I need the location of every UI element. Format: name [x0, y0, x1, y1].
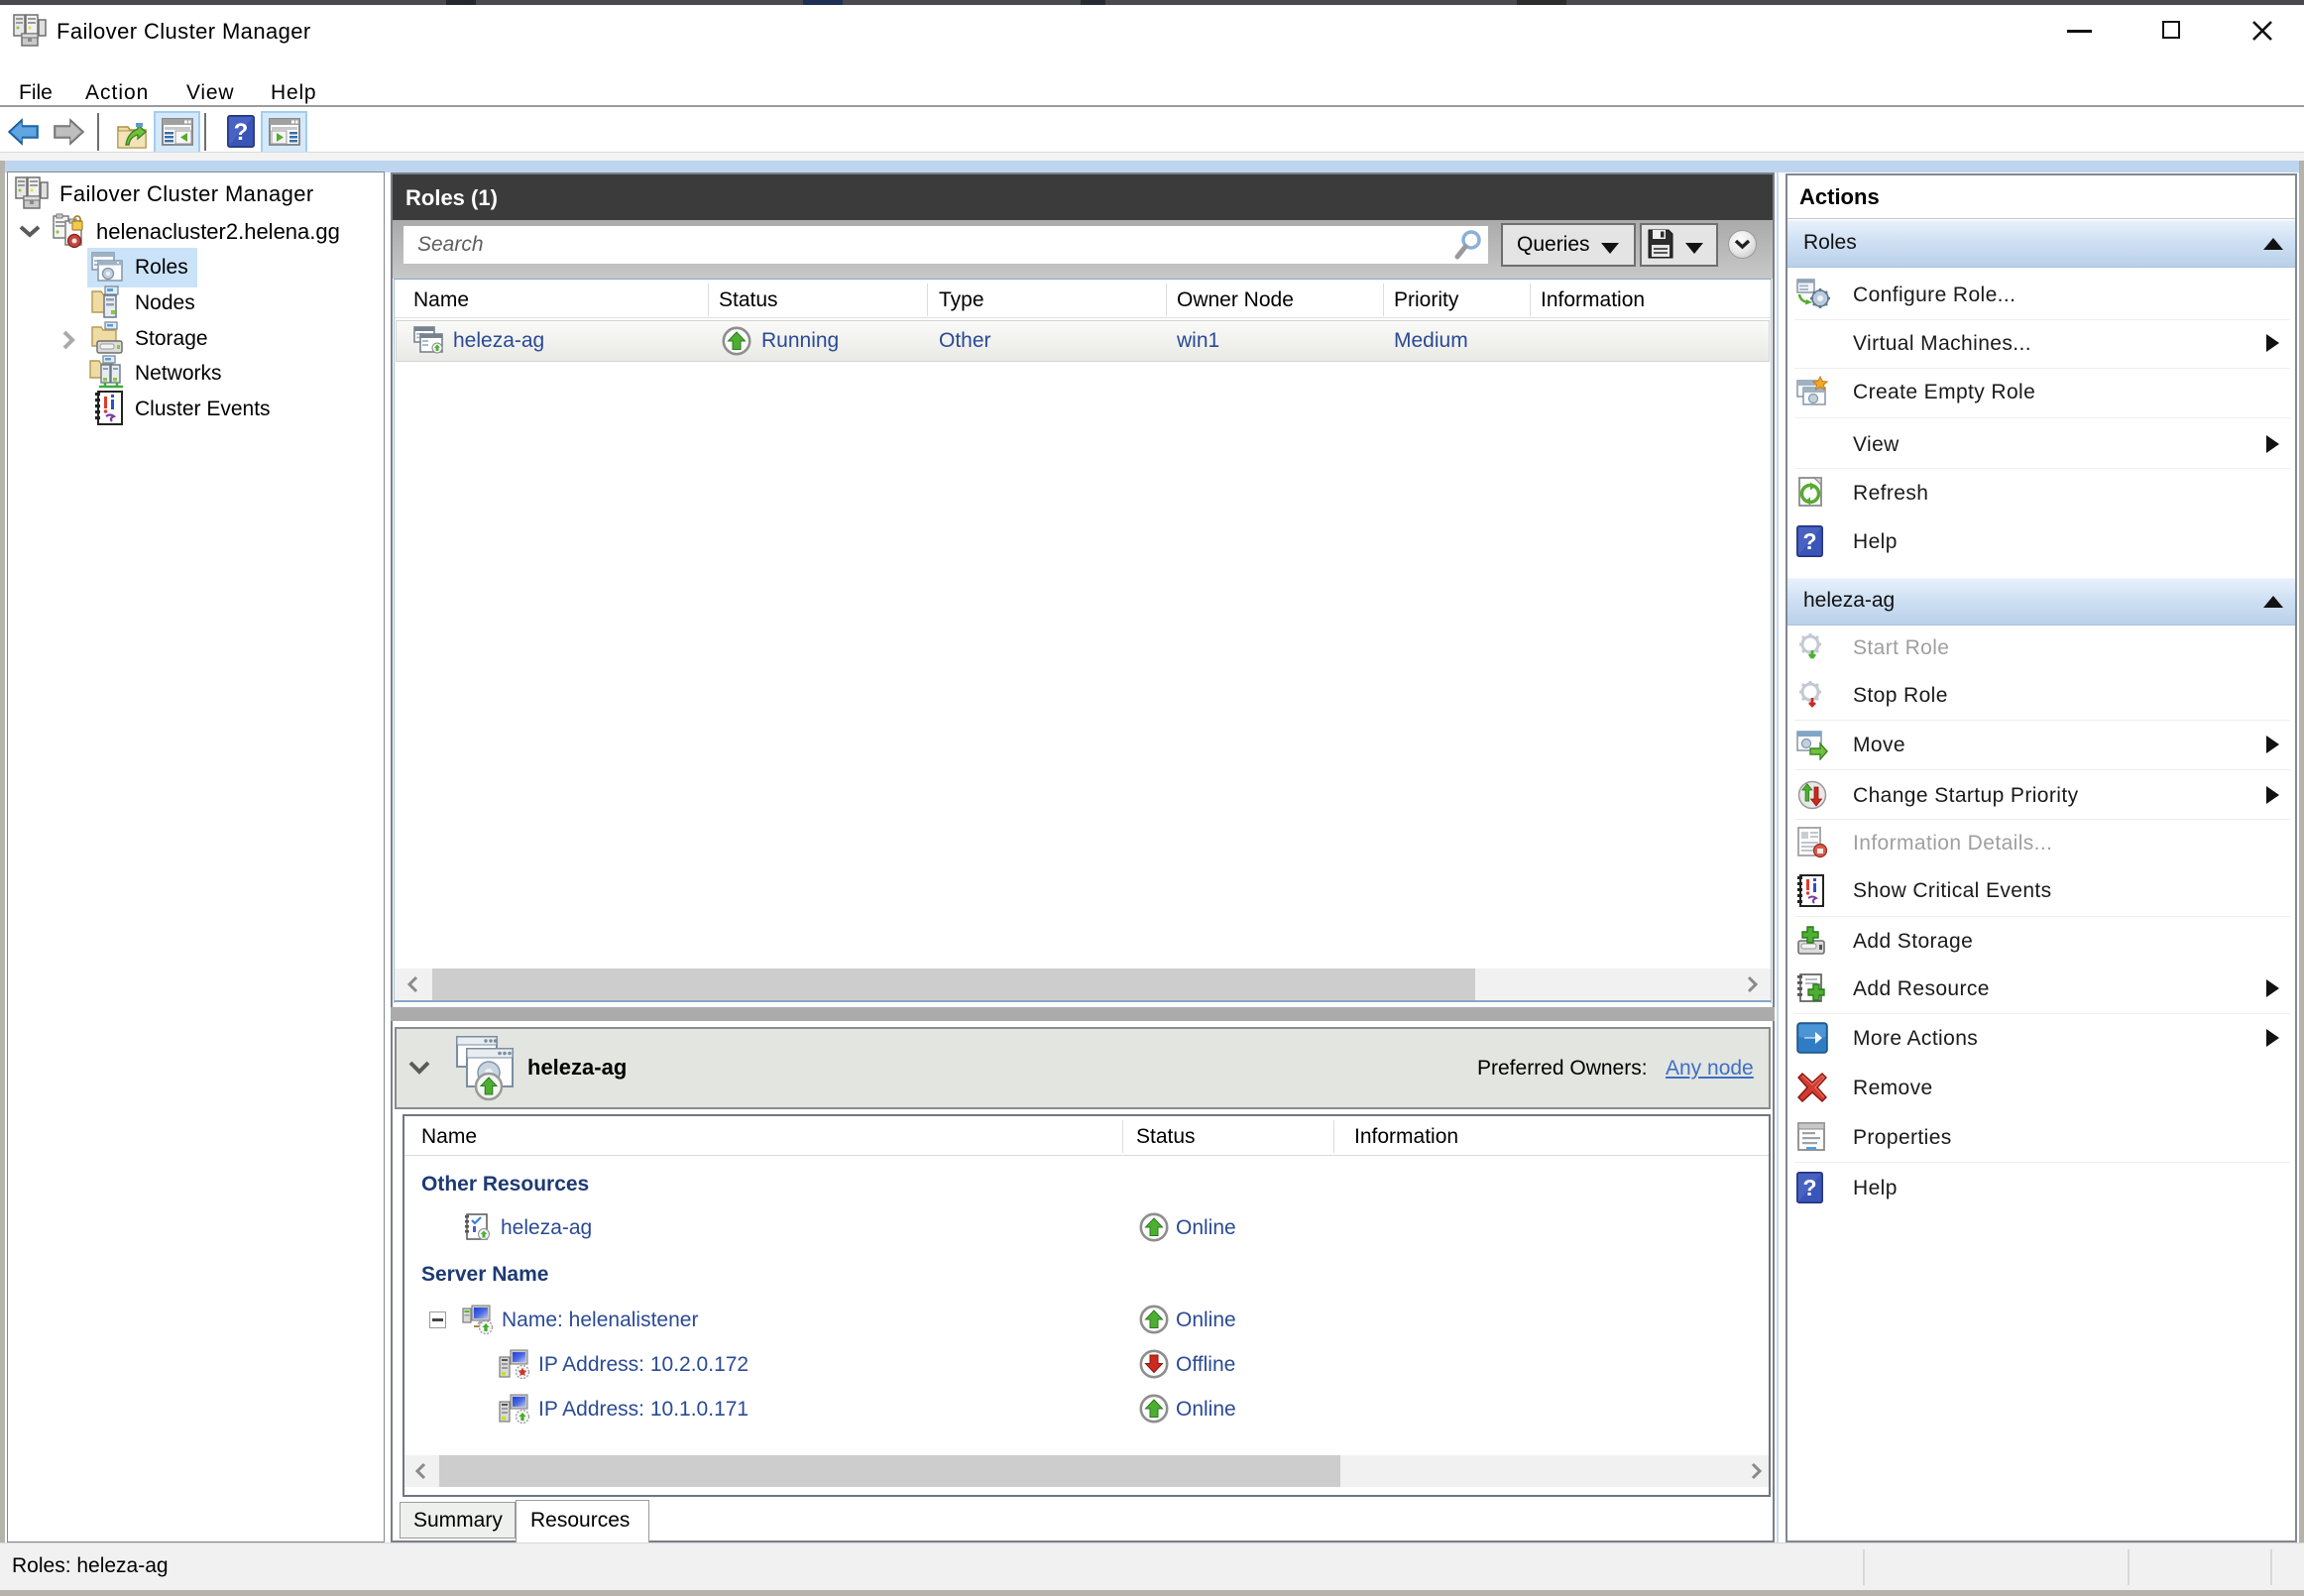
svg-text:?: ?	[1802, 528, 1816, 554]
svg-text:?: ?	[1802, 1175, 1816, 1200]
svg-text:?: ?	[234, 119, 249, 146]
